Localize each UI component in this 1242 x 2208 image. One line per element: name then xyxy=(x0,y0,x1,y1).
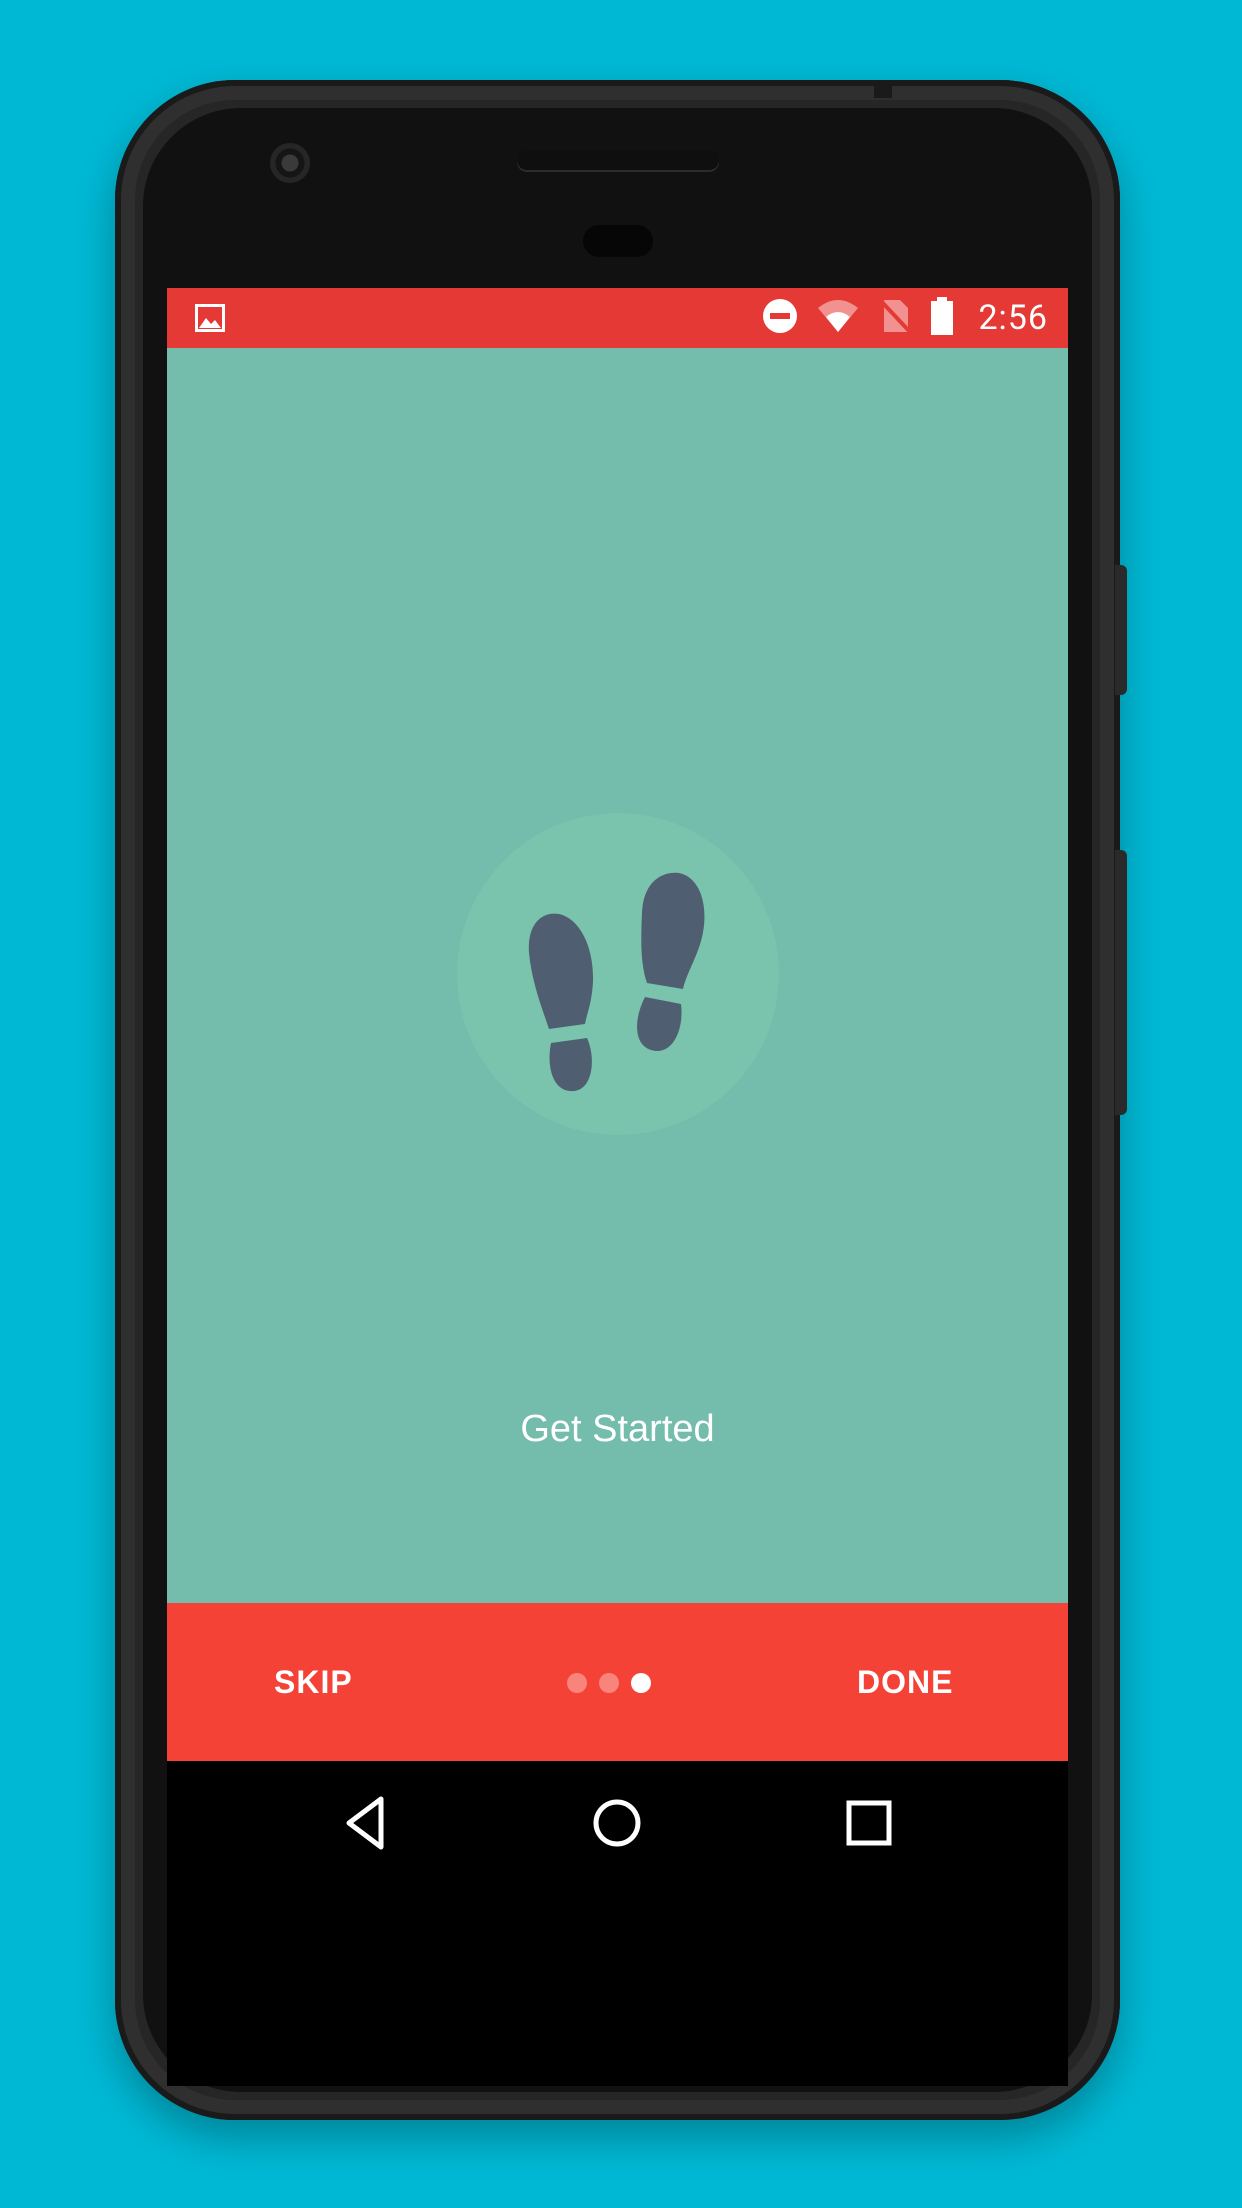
antenna-line xyxy=(874,80,892,98)
no-sim-icon xyxy=(878,298,912,338)
status-icons: 2:56 xyxy=(762,288,1048,348)
earpiece-speaker xyxy=(517,150,719,170)
proximity-sensor xyxy=(583,225,653,257)
phone-chin xyxy=(167,1886,1068,2086)
skip-button[interactable]: SKIP xyxy=(274,1603,353,1761)
home-circle-icon[interactable] xyxy=(585,1791,649,1855)
front-camera xyxy=(270,143,310,183)
page-indicator xyxy=(567,1673,651,1693)
done-button[interactable]: DONE xyxy=(857,1603,953,1761)
battery-icon xyxy=(930,297,954,339)
app-screen: 2:56 Get Started SKIP DONE xyxy=(167,288,1068,1886)
recents-square-icon[interactable] xyxy=(837,1791,901,1855)
hero-circle xyxy=(457,813,779,1135)
status-bar: 2:56 xyxy=(167,288,1068,348)
wifi-icon xyxy=(816,298,860,338)
navigation-bar xyxy=(167,1761,1068,1886)
status-time: 2:56 xyxy=(978,298,1048,338)
onboarding-controls: SKIP DONE xyxy=(167,1603,1068,1761)
page-dot[interactable] xyxy=(567,1673,587,1693)
footprints-icon xyxy=(528,872,705,1092)
volume-button xyxy=(1115,565,1127,695)
image-icon xyxy=(195,303,225,333)
do-not-disturb-icon xyxy=(762,298,798,338)
page-dot[interactable] xyxy=(599,1673,619,1693)
onboarding-title: Get Started xyxy=(520,1408,715,1450)
power-button xyxy=(1115,850,1127,1115)
back-triangle-icon[interactable] xyxy=(337,1791,401,1855)
page-dot-active[interactable] xyxy=(631,1673,651,1693)
